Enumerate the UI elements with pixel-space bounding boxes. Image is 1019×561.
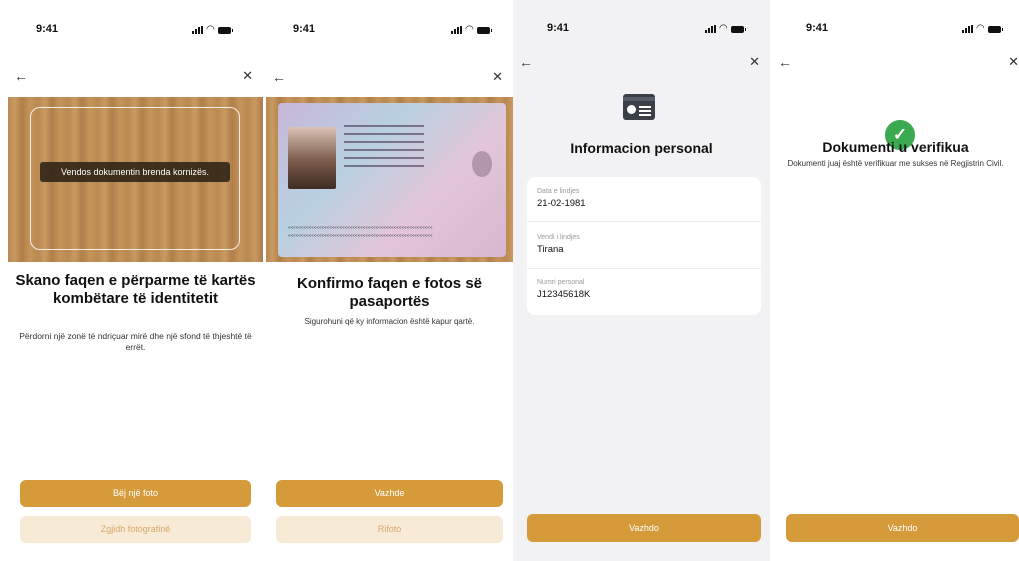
page-subtitle: Dokumenti juaj është verifikuar me sukse… — [787, 159, 1004, 168]
battery-icon — [987, 25, 1003, 33]
status-icons: ◠ — [192, 24, 233, 35]
field-birth-date: Data e lindjes 21-02-1981 — [537, 188, 751, 209]
status-bar: 9:41 ◠ — [513, 0, 770, 40]
status-icons: ◠ — [451, 24, 492, 35]
retake-button[interactable]: Rifoto — [276, 516, 503, 543]
field-birth-place: Vendi i lindjes Tirana — [537, 234, 751, 255]
nav-bar: ← ✕ — [8, 68, 263, 90]
page-subtitle: Sigurohuni që ky informacion është kapur… — [304, 317, 475, 326]
arrow-left-icon[interactable]: ← — [519, 54, 533, 70]
choose-photo-button[interactable]: Zgjidh fotografinë — [20, 516, 251, 543]
wifi-icon: ◠ — [976, 23, 985, 34]
field-value: J12345618K — [537, 289, 591, 300]
take-photo-button[interactable]: Bëj një foto — [20, 480, 251, 507]
arrow-left-icon[interactable]: ← — [778, 54, 792, 70]
field-label: Vendi i lindjes — [537, 234, 580, 241]
status-time: 9:41 — [547, 22, 570, 34]
continue-button[interactable]: Vazhde — [276, 480, 503, 507]
status-time: 9:41 — [293, 23, 316, 35]
screen-document-verified: 9:41 ◠ ← ✕ ✓ Dokumenti u verifikua Dokum… — [772, 0, 1019, 561]
arrow-left-icon[interactable]: ← — [272, 69, 286, 85]
field-label: Numri personal — [537, 279, 585, 286]
status-bar: 9:41 ◠ — [266, 0, 513, 40]
field-personal-number: Numri personal J12345618K — [537, 279, 751, 300]
wifi-icon: ◠ — [465, 24, 474, 35]
page-title: Dokumenti u verifikua — [822, 139, 969, 155]
status-bar: 9:41 ◠ — [772, 0, 1019, 40]
battery-icon — [476, 26, 492, 34]
signal-icon — [451, 26, 462, 34]
divider — [527, 268, 761, 269]
continue-button[interactable]: Vazhdo — [527, 514, 761, 542]
page-subtitle: Përdorni një zonë të ndriçuar mirë dhe n… — [19, 331, 252, 352]
scan-hint: Vendos dokumentin brenda kornizës. — [40, 162, 230, 182]
passport-ghost-portrait — [472, 151, 492, 177]
screen-scan-id-front: 9:41 ◠ ← ✕ Vendos dokumentin brenda korn… — [8, 0, 263, 561]
passport-mrz: <<<<<<<<<<<<<<<<<<<<<<<<<<<<<<<<<<<<<<<<… — [288, 226, 433, 239]
id-card-icon — [623, 94, 655, 120]
nav-bar: ← ✕ — [772, 54, 1019, 76]
page-title: Konfirmo faqen e fotos së pasaportës — [296, 275, 483, 310]
nav-bar: ← ✕ — [513, 54, 770, 76]
signal-icon — [705, 25, 716, 33]
close-icon[interactable]: ✕ — [749, 54, 760, 70]
camera-preview: Vendos dokumentin brenda kornizës. — [8, 97, 263, 262]
page-title: Informacion personal — [570, 140, 713, 156]
close-icon[interactable]: ✕ — [242, 68, 253, 84]
passport-portrait — [288, 127, 336, 189]
wifi-icon: ◠ — [719, 23, 728, 34]
passport-image: <<<<<<<<<<<<<<<<<<<<<<<<<<<<<<<<<<<<<<<<… — [278, 103, 506, 257]
passport-text-lines — [344, 125, 424, 173]
continue-button[interactable]: Vazhdo — [786, 514, 1019, 542]
field-label: Data e lindjes — [537, 188, 580, 195]
wifi-icon: ◠ — [206, 24, 215, 35]
captured-photo: <<<<<<<<<<<<<<<<<<<<<<<<<<<<<<<<<<<<<<<<… — [266, 97, 513, 262]
screen-personal-info: 9:41 ◠ ← ✕ Informacion personal Data e l… — [513, 0, 770, 561]
close-icon[interactable]: ✕ — [1008, 54, 1019, 70]
passport-header-graphic — [286, 109, 498, 119]
screen-confirm-passport: 9:41 ◠ ← ✕ <<<<<<<<<<<<<<<<<<<<<<<<<<<<<… — [266, 0, 513, 561]
status-time: 9:41 — [806, 22, 829, 34]
status-icons: ◠ — [705, 23, 746, 34]
field-value: Tirana — [537, 244, 564, 255]
nav-bar: ← ✕ — [266, 69, 513, 91]
status-icons: ◠ — [962, 23, 1003, 34]
divider — [527, 221, 761, 222]
signal-icon — [962, 25, 973, 33]
battery-icon — [730, 25, 746, 33]
battery-icon — [217, 26, 233, 34]
signal-icon — [192, 26, 203, 34]
status-bar: 9:41 ◠ — [8, 0, 263, 40]
close-icon[interactable]: ✕ — [492, 69, 503, 85]
info-card: Data e lindjes 21-02-1981 Vendi i lindje… — [527, 177, 761, 315]
status-time: 9:41 — [36, 23, 59, 35]
field-value: 21-02-1981 — [537, 198, 586, 209]
page-title: Skano faqen e përparme të kartës kombëta… — [15, 272, 256, 307]
arrow-left-icon[interactable]: ← — [14, 68, 28, 84]
